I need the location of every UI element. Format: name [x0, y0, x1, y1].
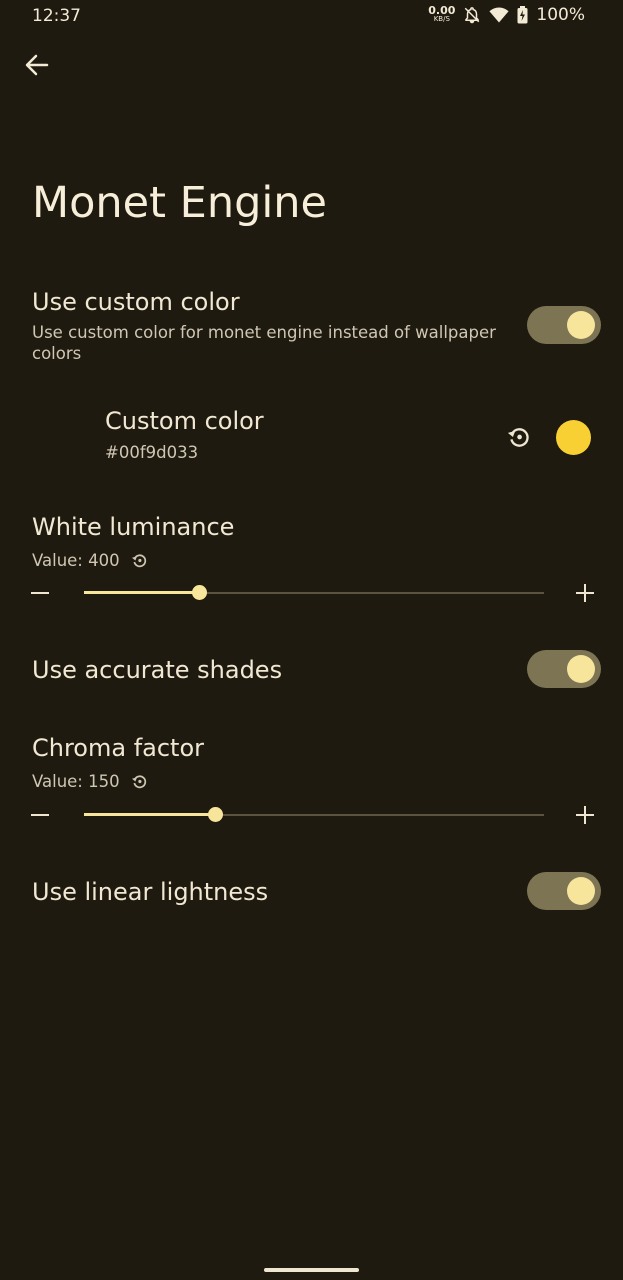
chroma-factor-title: Chroma factor: [32, 734, 205, 762]
custom-color-title: Custom color: [105, 407, 264, 435]
back-arrow-icon[interactable]: [22, 50, 52, 80]
wifi-icon: [489, 7, 509, 23]
white-luminance-value: Value: 400: [32, 551, 120, 570]
page-title: Monet Engine: [32, 178, 328, 228]
switch-thumb: [567, 311, 595, 339]
slider-active-track: [84, 813, 215, 816]
bell-off-icon: [465, 7, 480, 24]
custom-color-row[interactable]: Custom color #00f9d033: [0, 400, 623, 475]
gesture-nav-handle[interactable]: [264, 1268, 359, 1272]
white-luminance-slider[interactable]: [84, 585, 544, 600]
linear-lightness-row[interactable]: Use linear lightness: [0, 862, 623, 922]
chroma-factor-reset-icon[interactable]: [130, 772, 149, 791]
slider-active-track: [84, 591, 199, 594]
chroma-factor-value: Value: 150: [32, 772, 120, 791]
slider-thumb[interactable]: [208, 807, 223, 822]
net-speed-unit: KB/S: [433, 15, 450, 23]
accurate-shades-title: Use accurate shades: [32, 656, 283, 684]
custom-color-value: #00f9d033: [105, 443, 199, 462]
use-custom-color-row[interactable]: Use custom color Use custom color for mo…: [0, 280, 623, 375]
battery-percent: 100%: [536, 5, 585, 25]
net-speed-value: 0.00: [428, 4, 456, 17]
status-time: 12:37: [32, 6, 81, 26]
chroma-factor-row: Chroma factor Value: 150: [0, 727, 623, 837]
net-speed: 0.00 KB/S: [428, 4, 456, 24]
chroma-factor-slider[interactable]: [84, 807, 544, 822]
use-custom-color-summary: Use custom color for monet engine instea…: [32, 323, 496, 363]
use-custom-color-title: Use custom color: [32, 288, 240, 316]
linear-lightness-switch[interactable]: [527, 872, 601, 910]
switch-thumb: [567, 877, 595, 905]
white-luminance-reset-icon[interactable]: [130, 551, 149, 570]
slider-thumb[interactable]: [192, 585, 207, 600]
custom-color-swatch[interactable]: [556, 420, 591, 455]
decrease-icon[interactable]: [29, 582, 51, 604]
increase-icon[interactable]: [574, 804, 596, 826]
decrease-icon[interactable]: [29, 804, 51, 826]
accurate-shades-row[interactable]: Use accurate shades: [0, 640, 623, 700]
white-luminance-title: White luminance: [32, 513, 235, 541]
accurate-shades-switch[interactable]: [527, 650, 601, 688]
white-luminance-row: White luminance Value: 400: [0, 505, 623, 615]
use-custom-color-switch[interactable]: [527, 306, 601, 344]
status-icons: 0.00 KB/S 100%: [428, 5, 585, 25]
battery-icon: [517, 6, 528, 24]
reset-icon[interactable]: [505, 423, 533, 451]
linear-lightness-title: Use linear lightness: [32, 878, 269, 906]
switch-thumb: [567, 655, 595, 683]
increase-icon[interactable]: [574, 582, 596, 604]
